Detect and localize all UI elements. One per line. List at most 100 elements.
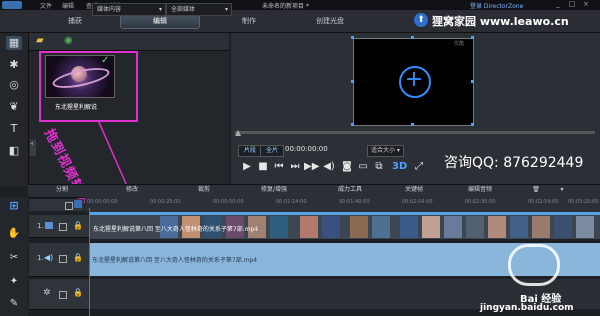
clip-frame <box>372 216 390 238</box>
video-track-checkbox[interactable] <box>59 223 67 231</box>
fx-track-checkbox[interactable] <box>59 291 67 299</box>
trim-button[interactable]: 裁剪 <box>192 185 216 195</box>
volume-icon[interactable]: ◀) <box>322 160 336 174</box>
maximize-icon[interactable]: □ <box>566 0 578 9</box>
video-track-icon <box>45 222 53 229</box>
resize-handle[interactable] <box>351 80 354 83</box>
track-header-toolbar <box>29 199 84 211</box>
chevron-down-icon: ▾ <box>158 6 162 13</box>
magic-tool-icon[interactable]: ✦ <box>6 276 22 290</box>
resize-handle[interactable] <box>471 36 474 39</box>
login-link[interactable]: 登录 DirectorZone <box>470 1 523 10</box>
ruler-label: 00:00:00:00 <box>87 199 118 205</box>
preview-quality-icon[interactable]: ▭ <box>356 160 370 174</box>
media-filter-dropdown[interactable]: 全部媒体 ▾ <box>166 3 232 16</box>
ruler-label: 00:00:50:00 <box>213 199 244 205</box>
clip-frame <box>350 216 368 238</box>
resize-handle[interactable] <box>411 36 414 39</box>
play-icon[interactable]: ▶ <box>240 160 254 174</box>
media-room-icon[interactable]: ▦ <box>6 36 22 50</box>
timecode-display[interactable]: 00:00:00:00 <box>285 145 328 153</box>
media-filter-label: 全部媒体 <box>171 6 196 13</box>
menu-edit[interactable]: 编辑 <box>62 1 74 10</box>
clip-frame <box>554 216 572 238</box>
clip-frame <box>300 216 318 238</box>
media-content-label: 媒体内容 <box>97 6 122 13</box>
resize-handle[interactable] <box>351 123 354 126</box>
effects-room-icon[interactable]: ✱ <box>6 58 22 72</box>
snapshot-icon[interactable]: ◙ <box>340 160 354 174</box>
ruler-label: 00:02:54:00 <box>528 199 559 205</box>
pip-room-icon[interactable]: ◎ <box>6 78 22 92</box>
add-media-icon[interactable]: + <box>398 64 430 96</box>
resize-handle[interactable] <box>471 123 474 126</box>
power-tools-button[interactable]: 威力工具 <box>330 185 370 195</box>
lock-icon[interactable]: 🔒 <box>73 221 83 230</box>
collapse-handle[interactable]: ◂ <box>30 140 36 156</box>
library-toolbar <box>29 33 229 51</box>
ruler-label: 00:02:30:00 <box>465 199 496 205</box>
clip-frame <box>466 216 484 238</box>
minimize-icon[interactable]: _ <box>552 0 564 9</box>
transition-room-icon[interactable]: ◧ <box>6 144 22 158</box>
resize-handle[interactable] <box>411 123 414 126</box>
modify-button[interactable]: 修改 <box>120 185 144 195</box>
split-button[interactable]: 分割 <box>50 185 74 195</box>
tab-capture[interactable]: 捕获 <box>40 14 110 28</box>
undock-icon[interactable]: ⧉ <box>372 160 386 174</box>
tab-movie-mode[interactable]: 全片 <box>260 145 284 157</box>
timeline-view-icon[interactable]: ⊞ <box>6 199 22 213</box>
scrubber-handle-icon[interactable]: ▲ <box>235 128 241 137</box>
track-checkbox[interactable] <box>65 202 73 210</box>
brush-icon[interactable]: ✎ <box>6 298 22 312</box>
close-icon[interactable]: × <box>580 0 592 9</box>
more-tools-icon[interactable]: ▾ <box>556 185 568 195</box>
expand-icon[interactable]: ⤢ <box>412 160 426 174</box>
video-clip-label: 东北猩星利解说第八回 至八大奇人怪林奇的关系子第7部.mp4 <box>93 226 259 233</box>
stop-icon[interactable]: ■ <box>256 160 270 174</box>
tab-clip-mode[interactable]: 片段 <box>238 145 262 157</box>
next-frame-icon[interactable]: ⏭ <box>288 160 302 174</box>
timeline-toolbar <box>28 184 600 198</box>
preview-scrubber[interactable] <box>235 131 595 134</box>
prev-frame-icon[interactable]: ⏮ <box>272 160 286 174</box>
qq-contact-text: 咨询QQ: 876292449 <box>444 155 584 171</box>
playhead[interactable] <box>89 208 90 316</box>
ruler-label: 00:03:20:00 <box>568 199 599 205</box>
speaker-icon: ◀) <box>44 253 54 262</box>
media-content-dropdown[interactable]: 媒体内容 ▾ <box>92 3 166 16</box>
chevron-down-icon: ▾ <box>224 6 228 13</box>
delete-icon[interactable]: 🗑 <box>530 185 542 195</box>
tab-produce[interactable]: 制作 <box>224 14 274 28</box>
lock-icon[interactable]: 🔒 <box>73 288 83 297</box>
home-arrow-icon: ⬆ <box>414 13 428 27</box>
fast-forward-icon[interactable]: ▶▶ <box>304 160 319 174</box>
scissors-icon[interactable]: ✂ <box>6 252 22 266</box>
fit-size-dropdown[interactable]: 适合大小 ▾ <box>367 145 404 157</box>
video-track-header: 1. 🔒 <box>29 215 89 238</box>
particle-room-icon[interactable]: ❦ <box>6 100 22 114</box>
clip-frame <box>322 216 340 238</box>
keyframe-button[interactable]: 关键帧 <box>396 185 432 195</box>
folder-icon[interactable]: ▰ <box>36 35 44 46</box>
fit-size-label: 适合大小 <box>371 147 396 154</box>
3d-mode-icon[interactable]: 3D <box>392 160 407 174</box>
title-room-icon[interactable]: T <box>6 122 22 136</box>
audio-track-checkbox[interactable] <box>59 255 67 263</box>
clip-frame <box>532 216 550 238</box>
track-lock-icon[interactable] <box>74 200 82 208</box>
import-plugin-icon[interactable]: ◉ <box>64 35 73 46</box>
resize-handle[interactable] <box>351 36 354 39</box>
resize-handle[interactable] <box>471 80 474 83</box>
lock-icon[interactable]: 🔒 <box>73 253 83 262</box>
hand-tool-icon[interactable]: ✋ <box>6 228 22 242</box>
clip-frame <box>576 216 594 238</box>
menu-file[interactable]: 文件 <box>40 1 52 10</box>
audio-track-header: 1. ◀) 🔒 <box>29 243 89 277</box>
effect-track-header: ✲ 🔒 <box>29 279 89 310</box>
ruler-label: 00:01:40:00 <box>339 199 370 205</box>
edit-audio-button[interactable]: 编辑音频 <box>460 185 500 195</box>
tab-create-disc[interactable]: 创建光盘 <box>300 14 360 28</box>
fix-enhance-button[interactable]: 修复/增强 <box>252 185 296 195</box>
clip-frame <box>510 216 528 238</box>
